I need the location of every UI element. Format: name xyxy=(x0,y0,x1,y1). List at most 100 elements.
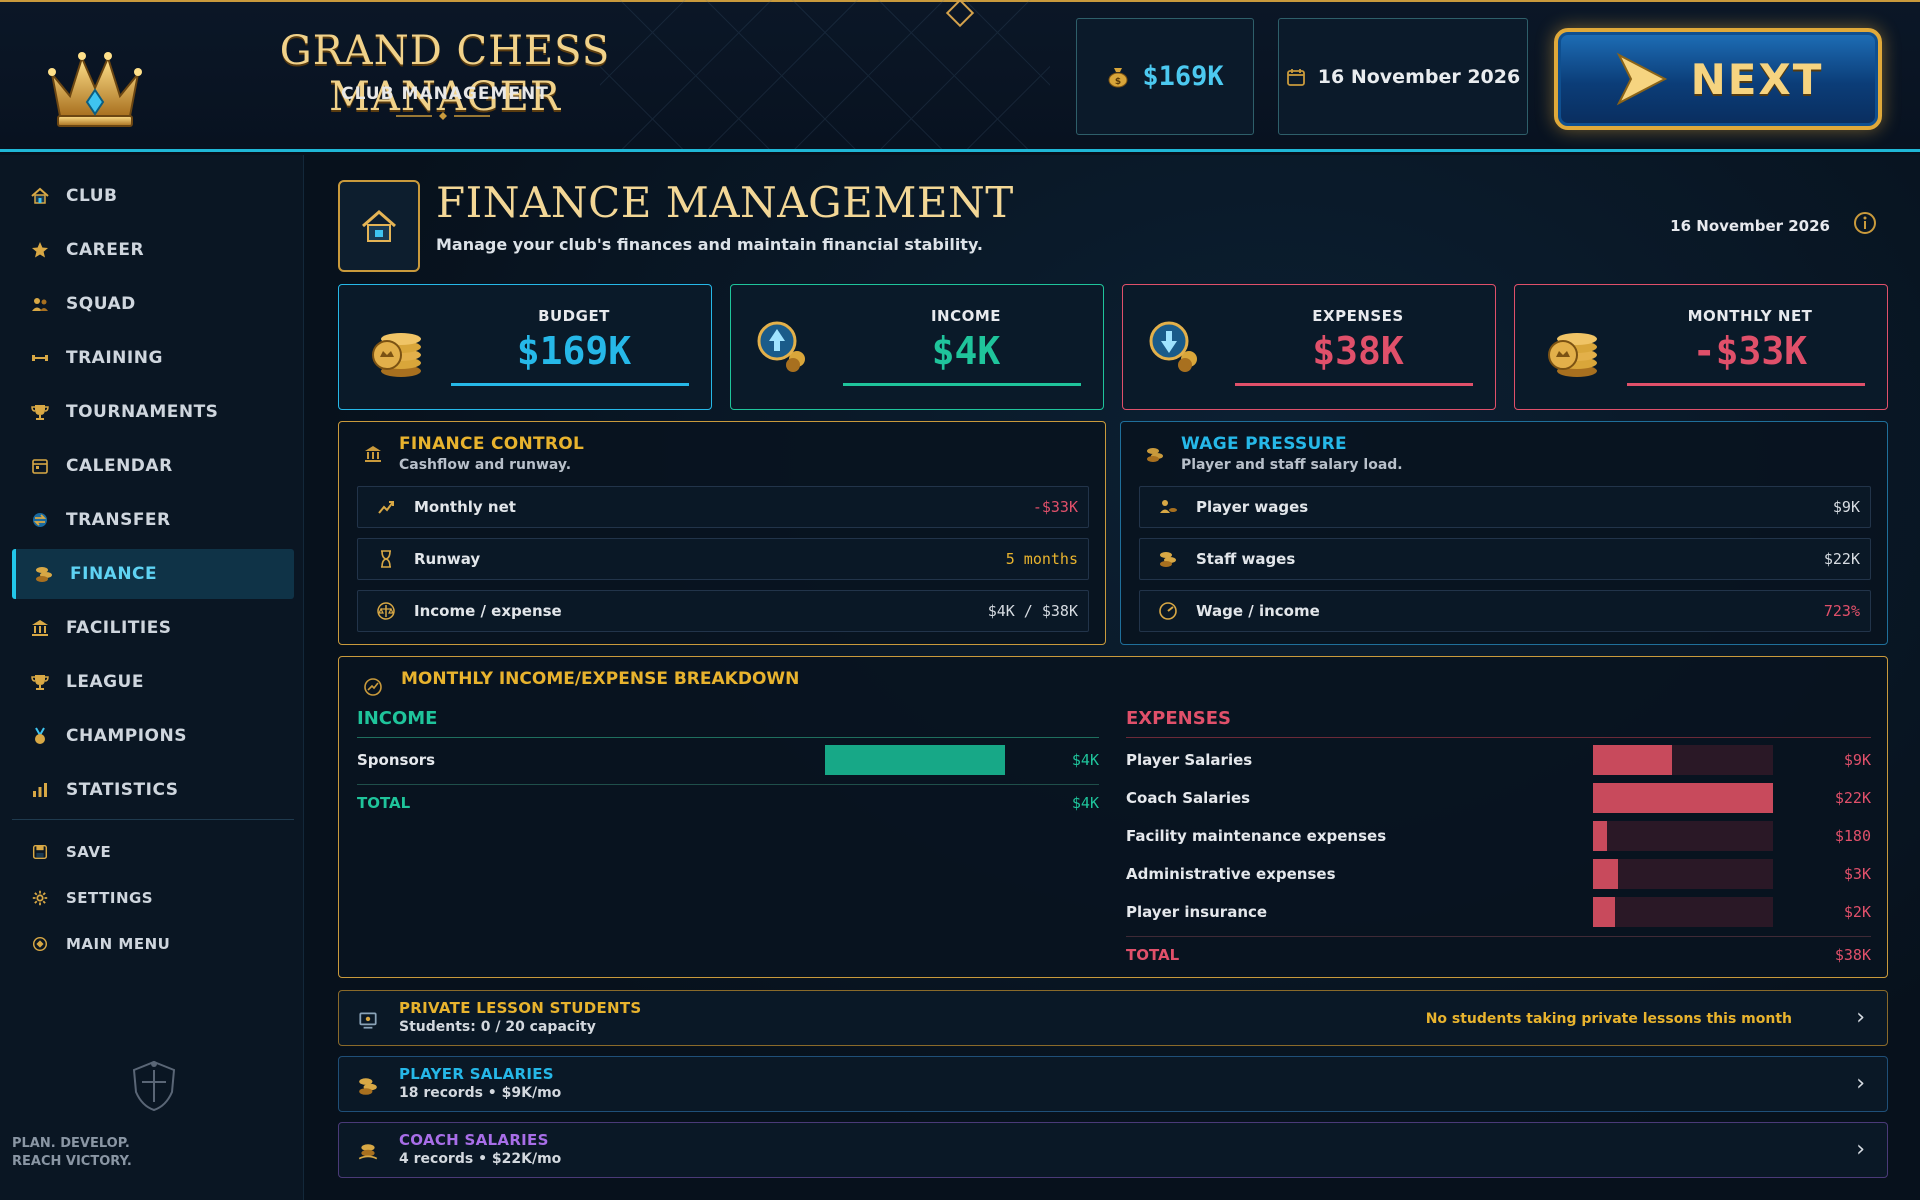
crown-logo-icon xyxy=(48,52,142,127)
trophy-icon xyxy=(31,675,49,690)
sidebar-item-champions[interactable]: CHAMPIONS xyxy=(12,711,294,761)
finance-control-row: Income / expense $4K / $38K xyxy=(357,590,1089,632)
collapsible-title: PRIVATE LESSON STUDENTS xyxy=(399,999,642,1017)
sidebar-item-save[interactable]: SAVE xyxy=(12,831,294,873)
expense-row-value: $9K xyxy=(1843,751,1871,769)
next-button-label: NEXT xyxy=(1690,54,1824,104)
sidebar-item-squad[interactable]: SQUAD xyxy=(12,279,294,329)
sidebar-item-transfer[interactable]: TRANSFER xyxy=(12,495,294,545)
sidebar-item-label: FINANCE xyxy=(70,564,158,584)
stat-card-budget: BUDGET $169K xyxy=(338,284,712,410)
chart-line-icon xyxy=(364,678,382,696)
page-icon-frame xyxy=(338,180,420,272)
sidebar-item-label: SQUAD xyxy=(66,294,136,314)
sidebar-item-settings[interactable]: SETTINGS xyxy=(12,877,294,919)
money-bag-icon: $ xyxy=(1108,67,1128,87)
students-icon xyxy=(359,1012,377,1029)
sidebar-item-icon-wrap xyxy=(30,510,50,530)
sidebar-item-club[interactable]: CLUB xyxy=(12,171,294,221)
wage-pressure-row: Staff wages $22K xyxy=(1139,538,1871,580)
sidebar-item-training[interactable]: TRAINING xyxy=(12,333,294,383)
row-label: Wage / income xyxy=(1196,602,1320,620)
income-bar-track xyxy=(825,745,1005,775)
sidebar-item-label: CAREER xyxy=(66,240,145,260)
expenses-header-line xyxy=(1126,737,1871,738)
sidebar: PLAN. DEVELOP. REACH VICTORY. CLUB CAREER… xyxy=(0,155,304,1200)
coin-stack-icon xyxy=(1548,333,1597,377)
stat-value: $169K xyxy=(516,329,632,373)
stat-icon-wrap xyxy=(753,313,817,379)
next-button[interactable]: NEXT xyxy=(1554,28,1882,130)
stat-icon-wrap xyxy=(361,313,425,379)
transfer-icon xyxy=(33,513,47,527)
sidebar-item-finance[interactable]: FINANCE xyxy=(12,549,294,599)
header-date-display: 16 November 2026 xyxy=(1278,18,1528,135)
stat-underline xyxy=(451,383,689,386)
sidebar-item-icon-wrap xyxy=(30,842,50,862)
sidebar-item-label: FACILITIES xyxy=(66,618,172,638)
expenses-total-label: TOTAL xyxy=(1126,946,1180,964)
wage-pressure-panel: WAGE PRESSURE Player and staff salary lo… xyxy=(1120,421,1888,645)
sidebar-item-calendar[interactable]: CALENDAR xyxy=(12,441,294,491)
sidebar-item-icon-wrap xyxy=(30,348,50,368)
gauge-icon xyxy=(1159,602,1177,620)
sidebar-item-label: SAVE xyxy=(66,843,112,861)
svg-text:$: $ xyxy=(1115,77,1121,87)
hourglass-icon xyxy=(381,550,391,568)
sidebar-item-league[interactable]: LEAGUE xyxy=(12,657,294,707)
collapsible-subtitle: 18 records • $9K/mo xyxy=(399,1085,562,1101)
expense-row-value: $180 xyxy=(1834,827,1871,845)
stat-label: EXPENSES xyxy=(1312,307,1404,325)
info-icon[interactable] xyxy=(1853,211,1877,235)
collapsible-private-lesson-students[interactable]: PRIVATE LESSON STUDENTS Students: 0 / 20 … xyxy=(338,990,1888,1046)
expense-row-value: $3K xyxy=(1843,865,1871,883)
expense-bar-fill xyxy=(1593,821,1607,851)
collapsible-player-salaries[interactable]: PLAYER SALARIES 18 records • $9K/mo › xyxy=(338,1056,1888,1112)
income-total-label: TOTAL xyxy=(357,794,411,812)
row-icon-wrap xyxy=(1158,601,1178,621)
chevron-right-icon[interactable]: › xyxy=(1856,1137,1865,1162)
sidebar-item-icon-wrap xyxy=(34,564,54,584)
expense-row: Player insurance $2K xyxy=(1126,897,1871,927)
sidebar-item-label: CHAMPIONS xyxy=(66,726,187,746)
sidebar-divider xyxy=(12,819,294,820)
stat-value: $4K xyxy=(931,329,1001,373)
expense-row: Player Salaries $9K xyxy=(1126,745,1871,775)
row-value: $9K xyxy=(1832,498,1860,516)
row-label: Staff wages xyxy=(1196,550,1296,568)
sidebar-item-statistics[interactable]: STATISTICS xyxy=(12,765,294,815)
sidebar-item-icon-wrap xyxy=(30,888,50,908)
stat-underline xyxy=(1627,383,1865,386)
top-header: GRAND CHESS MANAGER CLUB MANAGEMENT $ $1… xyxy=(0,0,1920,152)
chevron-right-icon[interactable]: › xyxy=(1856,1071,1865,1096)
coins-hand-icon xyxy=(358,1144,378,1160)
collapsible-icon-wrap xyxy=(357,1141,379,1163)
breakdown-title: MONTHLY INCOME/EXPENSE BREAKDOWN xyxy=(401,669,800,689)
dumbbell-icon xyxy=(32,355,48,361)
row-label: Monthly net xyxy=(414,498,516,516)
stat-value: $38K xyxy=(1312,329,1404,373)
income-row-value: $4K xyxy=(1071,751,1099,769)
expense-bar-fill xyxy=(1593,783,1773,813)
stat-value: -$33K xyxy=(1692,329,1808,373)
collapsible-coach-salaries[interactable]: COACH SALARIES 4 records • $22K/mo › xyxy=(338,1122,1888,1178)
sidebar-item-icon-wrap xyxy=(30,780,50,800)
sidebar-item-label: TOURNAMENTS xyxy=(66,402,219,422)
wage-pressure-title: WAGE PRESSURE xyxy=(1181,434,1347,454)
stat-card-income: INCOME $4K xyxy=(730,284,1104,410)
row-value: 5 months xyxy=(1005,550,1078,568)
sidebar-item-main-menu[interactable]: MAIN MENU xyxy=(12,923,294,965)
star-icon xyxy=(32,242,48,258)
sidebar-item-facilities[interactable]: FACILITIES xyxy=(12,603,294,653)
collapsible-subtitle: 4 records • $22K/mo xyxy=(399,1151,562,1167)
title-ornament xyxy=(396,112,490,120)
finance-control-panel: FINANCE CONTROL Cashflow and runway. Mon… xyxy=(338,421,1106,645)
sidebar-tagline-2: REACH VICTORY. xyxy=(12,1154,132,1169)
sidebar-item-career[interactable]: CAREER xyxy=(12,225,294,275)
chevron-right-icon[interactable]: › xyxy=(1856,1005,1865,1030)
sidebar-item-tournaments[interactable]: TOURNAMENTS xyxy=(12,387,294,437)
collapsible-icon-wrap xyxy=(357,1009,379,1031)
finance-control-row: Monthly net -$33K xyxy=(357,486,1089,528)
expense-bar-track xyxy=(1593,745,1773,775)
expense-bar-track xyxy=(1593,783,1773,813)
